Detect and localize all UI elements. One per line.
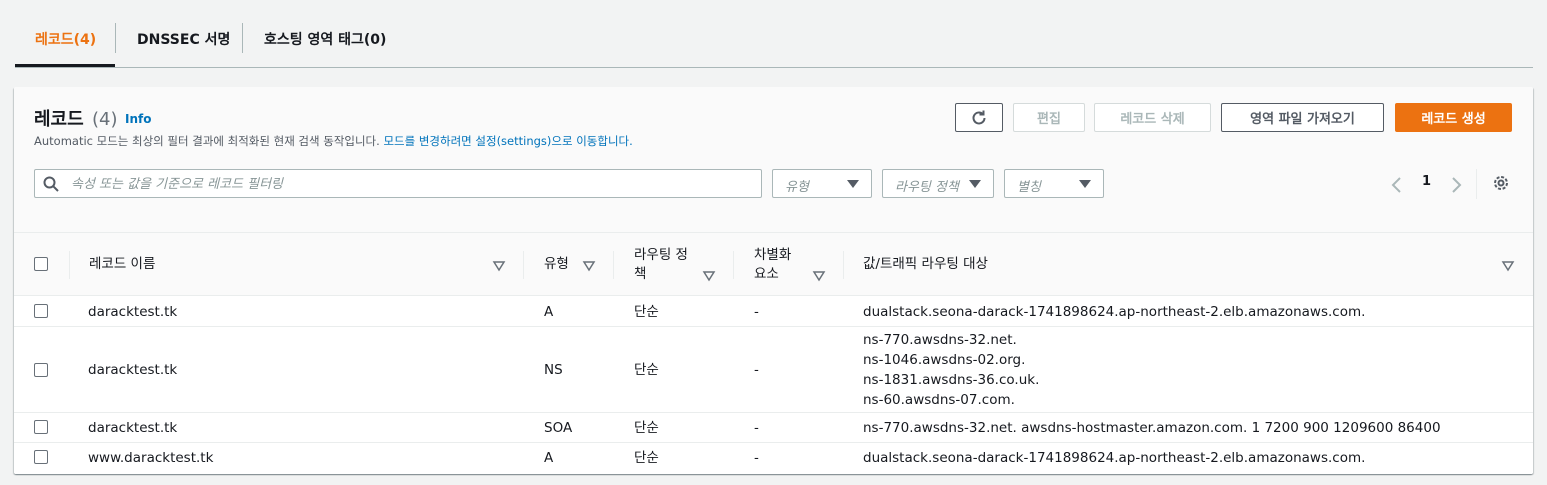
record-value: dualstack.seona-darack-1741898624.ap-nor… <box>863 450 1366 466</box>
column-divider <box>613 251 614 279</box>
table-row[interactable]: daracktest.tk SOA 단순 - ns-770.awsdns-32.… <box>14 413 1533 443</box>
type-filter-placeholder: 유형 <box>785 180 809 195</box>
panel-title: 레코드 (4) <box>34 105 117 131</box>
panel-header: 레코드 (4) Info Automatic 모드는 최상의 필터 결과에 최적… <box>14 87 1533 233</box>
tab-hosted-zone-tags[interactable]: 호스팅 영역 태그(0) <box>264 22 386 56</box>
tab-dnssec-signing[interactable]: DNSSEC 서명 <box>137 22 230 56</box>
record-name: daracktest.tk <box>88 304 178 320</box>
tab-divider <box>115 23 116 53</box>
record-value: ns-770.awsdns-32.net. <box>863 332 1017 348</box>
column-divider <box>523 251 524 279</box>
page-number[interactable]: 1 <box>1422 174 1431 189</box>
record-value: ns-770.awsdns-32.net. awsdns-hostmaster.… <box>863 420 1441 436</box>
record-name: daracktest.tk <box>88 362 178 378</box>
settings-link[interactable]: 모드를 변경하려면 설정(settings)으로 이동합니다. <box>383 134 632 148</box>
diff-header-line2: 요소 <box>754 266 779 282</box>
routing-policy: 단순 <box>634 450 659 466</box>
routing-header-line2: 책 <box>634 266 647 282</box>
differentiator: - <box>754 420 759 436</box>
sort-caret-icon[interactable] <box>702 269 716 283</box>
select-all-checkbox[interactable] <box>34 257 48 271</box>
diff-header-line1: 차별화 <box>754 247 792 263</box>
records-panel: 레코드 (4) Info Automatic 모드는 최상의 필터 결과에 최적… <box>14 87 1533 474</box>
record-value: ns-1046.awsdns-02.org. <box>863 352 1026 368</box>
column-divider <box>69 251 70 279</box>
delete-record-button[interactable]: 레코드 삭제 <box>1094 103 1211 132</box>
chevron-left-icon[interactable] <box>1387 175 1407 195</box>
gear-icon[interactable] <box>1492 174 1510 192</box>
record-value: dualstack.seona-darack-1741898624.ap-nor… <box>863 304 1366 320</box>
refresh-button[interactable] <box>955 103 1003 132</box>
differentiator: - <box>754 362 759 378</box>
type-filter-select[interactable]: 유형 <box>772 169 872 198</box>
filter-mode-description: Automatic 모드는 최상의 필터 결과에 최적화된 현재 검색 동작입니… <box>34 133 633 149</box>
record-name: www.daracktest.tk <box>88 450 214 466</box>
differentiator: - <box>754 450 759 466</box>
pagination-divider <box>1476 169 1477 199</box>
record-type: NS <box>544 362 563 378</box>
differentiator: - <box>754 304 759 320</box>
caret-down-icon <box>969 180 981 188</box>
record-filter-search[interactable] <box>34 169 762 198</box>
edit-button[interactable]: 편집 <box>1013 103 1085 132</box>
caret-down-icon <box>847 180 859 188</box>
tab-bar: 레코드(4) DNSSEC 서명 호스팅 영역 태그(0) <box>15 0 1533 68</box>
routing-policy: 단순 <box>634 362 659 378</box>
routing-policy: 단순 <box>634 304 659 320</box>
column-header-differentiator[interactable]: 차별화요소 <box>754 246 791 284</box>
record-name: daracktest.tk <box>88 420 178 436</box>
create-record-button[interactable]: 레코드 생성 <box>1395 103 1512 132</box>
record-value: ns-1831.awsdns-36.co.uk. <box>863 372 1040 388</box>
tab-records[interactable]: 레코드(4) <box>35 22 96 56</box>
column-divider <box>733 251 734 279</box>
refresh-icon <box>972 110 986 124</box>
search-icon <box>43 176 59 192</box>
import-zone-file-button[interactable]: 영역 파일 가져오기 <box>1221 103 1384 132</box>
alias-filter-placeholder: 별칭 <box>1017 180 1041 195</box>
sort-caret-icon[interactable] <box>1501 259 1515 273</box>
record-type: SOA <box>544 420 573 436</box>
routing-policy-filter-select[interactable]: 라우팅 정책 <box>882 169 994 198</box>
column-header-record-name[interactable]: 레코드 이름 <box>89 255 155 274</box>
chevron-right-icon[interactable] <box>1446 175 1466 195</box>
column-header-routing-policy[interactable]: 라우팅 정책 <box>634 246 688 284</box>
routing-header-line1: 라우팅 정 <box>634 247 688 263</box>
table-row[interactable]: www.daracktest.tk A 단순 - dualstack.seona… <box>14 443 1533 474</box>
tab-divider <box>242 23 243 53</box>
sort-caret-icon[interactable] <box>582 259 596 273</box>
row-checkbox[interactable] <box>34 420 48 434</box>
column-divider <box>843 251 844 279</box>
search-input[interactable] <box>71 174 741 194</box>
table-row[interactable]: daracktest.tk A 단순 - dualstack.seona-dar… <box>14 297 1533 327</box>
column-header-value[interactable]: 값/트래픽 라우팅 대상 <box>863 255 988 274</box>
panel-title-text: 레코드 <box>34 109 84 130</box>
sort-caret-icon[interactable] <box>492 259 506 273</box>
record-value: ns-60.awsdns-07.com. <box>863 392 1015 408</box>
table-row[interactable]: daracktest.tk NS 단순 - ns-770.awsdns-32.n… <box>14 327 1533 413</box>
table-header: 레코드 이름 유형 라우팅 정책 차별화요소 값/트래픽 라우팅 대상 <box>14 233 1533 296</box>
active-tab-indicator <box>15 64 115 67</box>
row-checkbox[interactable] <box>34 450 48 464</box>
routing-policy: 단순 <box>634 420 659 436</box>
column-header-type[interactable]: 유형 <box>544 255 569 274</box>
routing-filter-placeholder: 라우팅 정책 <box>895 180 959 195</box>
caret-down-icon <box>1079 180 1091 188</box>
record-type: A <box>544 450 554 466</box>
row-checkbox[interactable] <box>34 363 48 377</box>
record-count: (4) <box>91 109 118 130</box>
sort-caret-icon[interactable] <box>812 269 826 283</box>
description-text: Automatic 모드는 최상의 필터 결과에 최적화된 현재 검색 동작입니… <box>34 134 384 148</box>
alias-filter-select[interactable]: 별칭 <box>1004 169 1104 198</box>
row-checkbox[interactable] <box>34 304 48 318</box>
record-type: A <box>544 304 554 320</box>
info-link[interactable]: Info <box>125 112 151 126</box>
